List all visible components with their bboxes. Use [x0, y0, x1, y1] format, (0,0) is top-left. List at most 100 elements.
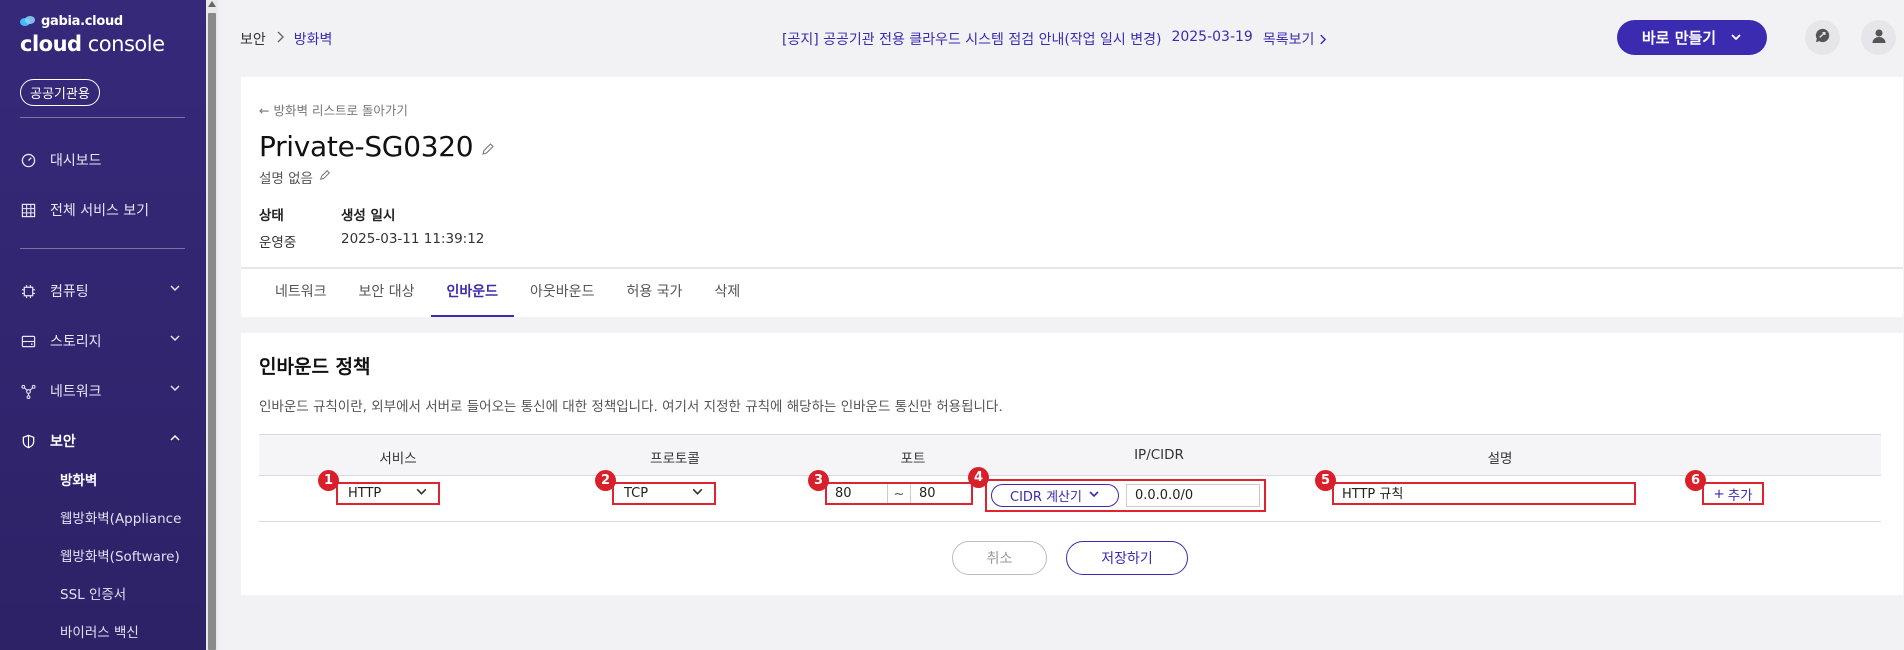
quick-create-button[interactable]: 바로 만들기: [1617, 20, 1767, 55]
edit-title-icon[interactable]: [481, 130, 495, 163]
marker-6: 6: [1685, 470, 1706, 491]
sidebar-item-label: 컴퓨팅: [50, 284, 89, 300]
chevron-down-icon: [169, 382, 181, 398]
notice-list-link[interactable]: 목록보기: [1263, 29, 1327, 49]
chevron-down-icon: [415, 485, 428, 502]
brand-logo[interactable]: gabia.cloud cloud console: [20, 14, 165, 56]
cidr-calculator-button[interactable]: CIDR 계산기: [991, 484, 1119, 507]
tab-network[interactable]: 네트워크: [259, 267, 343, 317]
service-select[interactable]: HTTP: [336, 482, 440, 505]
scroll-thumb[interactable]: [208, 13, 216, 650]
protocol-select[interactable]: TCP: [612, 482, 716, 505]
user-icon: [1870, 27, 1888, 49]
port-from-input[interactable]: 80: [827, 486, 887, 501]
shield-icon: [20, 433, 36, 449]
section-title: 인바운드 정책: [259, 356, 371, 378]
column-header-description: 설명: [1487, 451, 1513, 467]
breadcrumb-current[interactable]: 방화벽: [294, 29, 333, 49]
save-button[interactable]: 저장하기: [1066, 541, 1188, 575]
chat-icon: [1814, 27, 1831, 48]
firewall-detail-card: ← 방화벽 리스트로 돌아가기 Private-SG0320 설명 없음 상태 …: [241, 77, 1903, 317]
tab-allowed-countries[interactable]: 허용 국가: [610, 267, 698, 317]
sidebar-item-label: 보안: [50, 434, 76, 450]
sidebar-item-label: 네트워크: [50, 384, 102, 400]
created-label: 생성 일시: [341, 208, 396, 224]
port-to-input[interactable]: 80: [911, 486, 971, 501]
sidebar-subitem-waf-appliance[interactable]: 웹방화벽(Appliance: [60, 507, 200, 527]
page-title: Private-SG0320: [259, 130, 495, 163]
sidebar-subitem-antivirus[interactable]: 바이러스 백신: [60, 621, 200, 641]
inbound-policy-card: 인바운드 정책 인바운드 규칙이란, 외부에서 서버로 들어오는 통신에 대한 …: [241, 333, 1903, 595]
column-header-port: 포트: [900, 451, 926, 467]
chip-icon: [20, 283, 36, 299]
created-value: 2025-03-11 11:39:12: [341, 231, 485, 247]
port-range-separator: ~: [887, 484, 911, 503]
sidebar-subitem-ssl[interactable]: SSL 인증서: [60, 583, 200, 603]
chevron-down-icon: [169, 282, 181, 298]
notice-text[interactable]: [공지] 공공기관 전용 클라우드 시스템 점검 안내(작업 일시 변경): [782, 29, 1161, 49]
scroll-up-arrow-icon[interactable]: [208, 1, 216, 7]
tab-outbound[interactable]: 아웃바운드: [514, 267, 610, 317]
marker-5: 5: [1315, 470, 1336, 491]
top-header: 보안 방화벽 [공지] 공공기관 전용 클라우드 시스템 점검 안내(작업 일시…: [218, 0, 1904, 76]
section-description: 인바운드 규칙이란, 외부에서 서버로 들어오는 통신에 대한 정책입니다. 여…: [259, 399, 1003, 415]
back-to-list-link[interactable]: ← 방화벽 리스트로 돌아가기: [259, 100, 408, 119]
cloud-logo-icon: [20, 15, 36, 28]
sidebar-item-network[interactable]: 네트워크: [20, 381, 185, 401]
chevron-right-icon: [1320, 34, 1327, 44]
sidebar-item-label: 전체 서비스 보기: [50, 203, 150, 219]
sidebar-divider: [20, 117, 185, 118]
tab-inbound[interactable]: 인바운드: [430, 267, 515, 317]
chevron-down-icon: [1730, 29, 1742, 47]
chevron-down-icon: [169, 332, 181, 348]
sidebar-item-dashboard[interactable]: 대시보드: [20, 150, 185, 170]
notice-date: 2025-03-19: [1171, 29, 1253, 45]
rule-description-input[interactable]: HTTP 규칙: [1332, 482, 1636, 505]
table-row: HTTP 1 TCP 2 80 ~ 80 3 CIDR 계산기 0.0.0.0/…: [259, 467, 1881, 522]
brand-small-text: gabia.cloud: [41, 14, 123, 29]
sidebar-item-security[interactable]: 보안: [20, 431, 185, 451]
cancel-button[interactable]: 취소: [952, 541, 1047, 575]
chevron-down-icon: [1088, 488, 1100, 504]
column-header-ip-cidr: IP/CIDR: [1134, 447, 1184, 463]
brand-name: cloud console: [20, 32, 165, 56]
arrow-left-icon: ←: [259, 103, 270, 118]
table-header: 서비스 프로토콜 포트 IP/CIDR 설명: [259, 434, 1881, 476]
sidebar-subitem-waf-software[interactable]: 웹방화벽(Software): [60, 545, 200, 565]
sidebar-item-computing[interactable]: 컴퓨팅: [20, 281, 185, 301]
sidebar-item-storage[interactable]: 스토리지: [20, 331, 185, 351]
marker-3: 3: [808, 470, 829, 491]
port-range-input[interactable]: 80 ~ 80: [825, 482, 973, 505]
sidebar-scrollbar[interactable]: [206, 0, 218, 650]
notice-banner[interactable]: [공지] 공공기관 전용 클라우드 시스템 점검 안내(작업 일시 변경) 20…: [782, 29, 1327, 49]
sidebar-item-all-services[interactable]: 전체 서비스 보기: [20, 200, 185, 220]
ip-cidr-input[interactable]: 0.0.0.0/0: [1126, 484, 1260, 507]
sidebar: gabia.cloud cloud console 공공기관용 대시보드 전체 …: [0, 0, 206, 650]
chat-button[interactable]: [1805, 20, 1840, 55]
tab-delete[interactable]: 삭제: [698, 267, 756, 317]
status-label: 상태: [259, 208, 284, 224]
tab-security-target[interactable]: 보안 대상: [343, 267, 431, 317]
sidebar-item-label: 대시보드: [50, 153, 102, 169]
edit-description-icon[interactable]: [319, 169, 331, 185]
marker-1: 1: [318, 470, 339, 491]
detail-tabs: 네트워크 보안 대상 인바운드 아웃바운드 허용 국가 삭제: [259, 267, 756, 317]
ip-cidr-field-group: CIDR 계산기 0.0.0.0/0: [985, 479, 1266, 512]
grid-icon: [20, 202, 36, 218]
chevron-down-icon: [691, 485, 704, 502]
marker-2: 2: [595, 470, 616, 491]
dashboard-icon: [20, 152, 36, 168]
column-header-service: 서비스: [379, 451, 417, 467]
chevron-right-icon: [276, 31, 284, 47]
breadcrumb-root[interactable]: 보안: [240, 29, 266, 49]
sidebar-item-label: 스토리지: [50, 334, 102, 350]
description-line: 설명 없음: [259, 167, 331, 187]
plus-icon: +: [1713, 485, 1725, 502]
breadcrumb: 보안 방화벽: [240, 29, 332, 49]
sidebar-subitem-firewall[interactable]: 방화벽: [60, 469, 200, 489]
profile-button[interactable]: [1861, 20, 1896, 55]
column-header-protocol: 프로토콜: [650, 451, 700, 467]
sidebar-divider: [20, 248, 185, 249]
storage-icon: [20, 333, 36, 349]
add-rule-button[interactable]: + 추가: [1702, 482, 1764, 505]
